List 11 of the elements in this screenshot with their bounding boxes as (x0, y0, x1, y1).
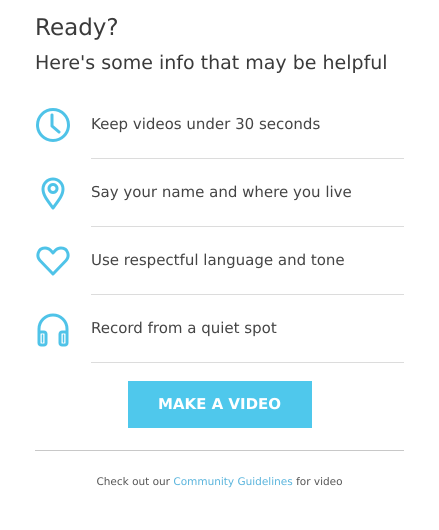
community-guidelines-link[interactable]: Community Guidelines (173, 476, 293, 488)
footer-text: Check out our Community Guidelines for video (95, 475, 344, 490)
headphones-icon (35, 311, 71, 347)
page-subtitle: Here's some info that may be helpful (35, 51, 388, 76)
tip-text: Record from a quiet spot (91, 318, 277, 340)
page-title: Ready? (35, 14, 119, 43)
clock-icon (35, 107, 71, 143)
make-video-button[interactable]: MAKE A VIDEO (128, 381, 312, 428)
tip-text: Say your name and where you live (91, 182, 352, 204)
tip-text: Use respectful language and tone (91, 250, 345, 272)
tip-text: Keep videos under 30 seconds (91, 114, 320, 136)
